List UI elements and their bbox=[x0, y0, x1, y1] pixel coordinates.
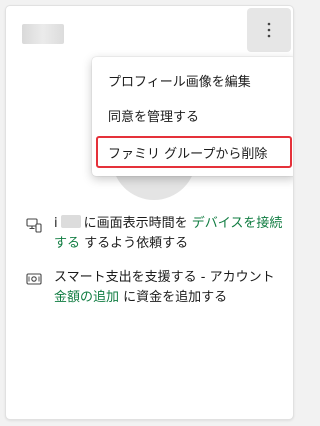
menu-item-remove-from-family[interactable]: ファミリ グループから削除 bbox=[96, 136, 292, 168]
devices-icon bbox=[26, 218, 42, 233]
menu-item-edit-profile-picture[interactable]: プロフィール画像を編集 bbox=[96, 64, 292, 96]
spending-text-end: に資金を追加する bbox=[123, 290, 228, 305]
screen-time-text-end: するよう依頼する bbox=[84, 236, 189, 251]
member-name-redacted bbox=[22, 24, 64, 44]
more-options-button[interactable] bbox=[247, 8, 291, 52]
member-initial: i bbox=[54, 216, 58, 231]
screen-time-text: に画面表示時間を bbox=[83, 216, 188, 231]
family-member-card: i に画面表示時間を デバイスを接続する するよう依頼する スマート支出を支援する… bbox=[5, 5, 294, 420]
more-vertical-icon bbox=[267, 22, 271, 38]
add-money-link[interactable]: 金額の追加 bbox=[54, 290, 119, 305]
wallet-icon bbox=[26, 273, 42, 285]
member-name-redacted-inline bbox=[60, 215, 81, 228]
more-options-menu: プロフィール画像を編集 同意を管理する ファミリ グループから削除 bbox=[92, 57, 293, 176]
spending-text: スマート支出を支援する - アカウント bbox=[54, 270, 275, 285]
menu-item-manage-consent[interactable]: 同意を管理する bbox=[96, 99, 292, 131]
